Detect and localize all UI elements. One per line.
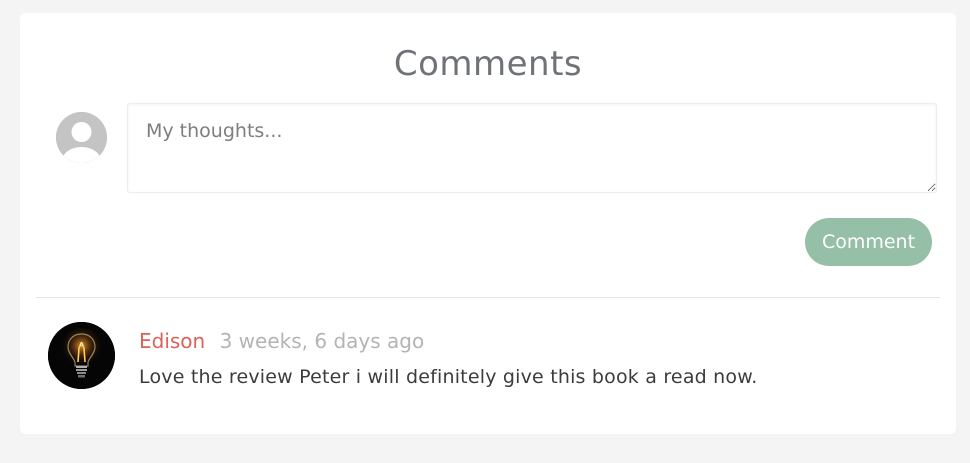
comment-author-avatar xyxy=(48,322,115,389)
comment-meta: Edison 3 weeks, 6 days ago xyxy=(139,329,424,353)
default-user-icon xyxy=(56,112,107,163)
comment-author[interactable]: Edison xyxy=(139,329,205,353)
comments-card: Comments Comment xyxy=(20,13,956,434)
comment-input[interactable] xyxy=(127,103,937,193)
lightbulb-icon xyxy=(48,322,115,389)
current-user-avatar xyxy=(56,112,107,163)
comment-text: Love the review Peter i will definitely … xyxy=(139,366,758,388)
comments-title: Comments xyxy=(393,44,583,84)
comment-timestamp: 3 weeks, 6 days ago xyxy=(219,329,425,353)
comment-submit-button[interactable]: Comment xyxy=(805,218,932,266)
section-divider xyxy=(36,297,940,298)
